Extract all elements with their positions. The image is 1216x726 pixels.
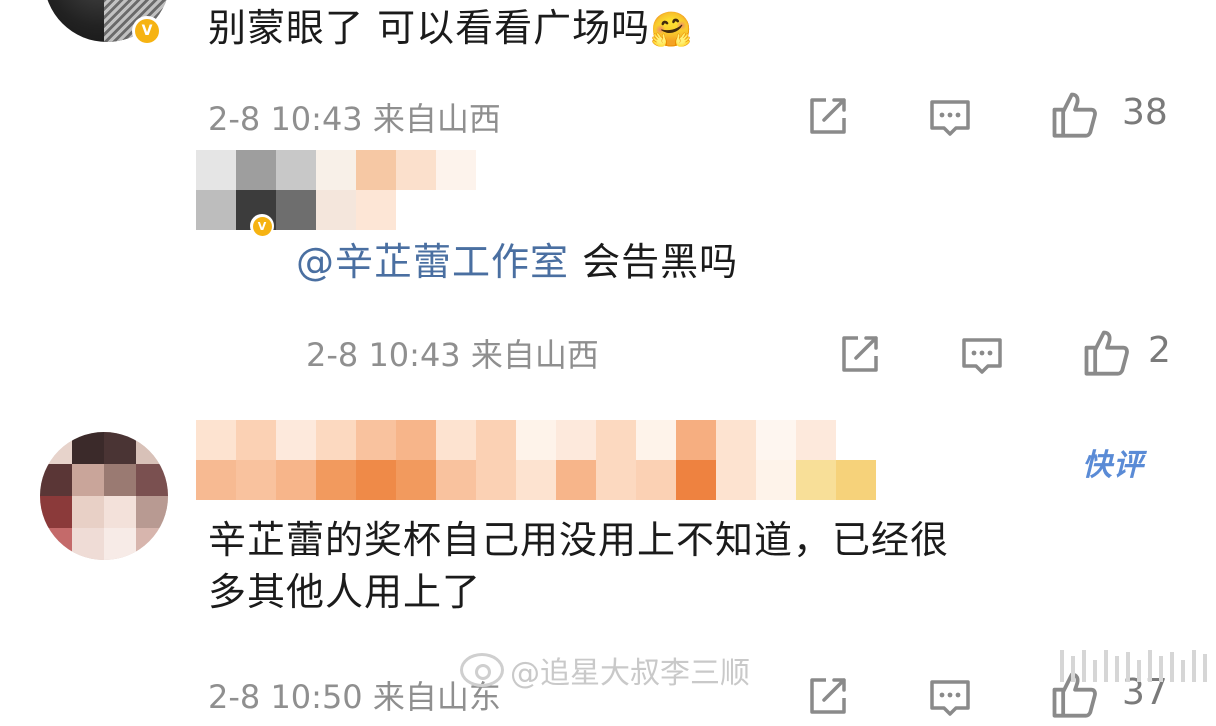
kuaiping-badge: 快评 (1082, 448, 1144, 483)
hug-emoji: 🤗 (650, 10, 694, 50)
blurred-username (196, 150, 476, 230)
reply-meta: 2-8 10:43 来自山西 (306, 336, 599, 374)
like-icon[interactable] (1048, 88, 1100, 140)
comment-body: 别蒙眼了 可以看看广场吗 (208, 6, 651, 50)
comment-text: 别蒙眼了 可以看看广场吗🤗 (208, 2, 693, 54)
comment-icon[interactable] (958, 332, 1006, 380)
like-count: 2 (1148, 330, 1171, 371)
repost-icon[interactable] (836, 330, 884, 378)
comment-text: 辛芷蕾的奖杯自己用没用上不知道，已经很 多其他人用上了 (208, 514, 949, 619)
watermark-text: @追星大叔李三顺 (510, 656, 750, 691)
reply-text: @辛芷蕾工作室 会告黑吗 (296, 236, 738, 288)
mention-link[interactable]: @辛芷蕾工作室 (296, 240, 569, 284)
avatar[interactable] (40, 432, 168, 560)
repost-icon[interactable] (804, 672, 852, 720)
comment-icon[interactable] (926, 674, 974, 722)
comment-meta: 2-8 10:43 来自山西 (208, 100, 501, 138)
comment-meta: 2-8 10:50 来自山东 (208, 678, 501, 716)
verified-badge-icon: V (132, 16, 162, 46)
watermark: @追星大叔李三顺 (460, 648, 750, 692)
verified-badge-icon: V (250, 214, 274, 238)
comment-body-line2: 多其他人用上了 (208, 570, 482, 615)
comment-icon[interactable] (926, 94, 974, 142)
like-count: 38 (1122, 92, 1168, 133)
reply-body: 会告黑吗 (569, 240, 739, 284)
blurred-username (196, 420, 876, 500)
weibo-logo-icon (460, 653, 504, 687)
like-icon[interactable] (1080, 326, 1132, 378)
watermark-bars-icon (1060, 650, 1207, 682)
comment-body-line1: 辛芷蕾的奖杯自己用没用上不知道，已经很 (208, 518, 950, 562)
repost-icon[interactable] (804, 92, 852, 140)
